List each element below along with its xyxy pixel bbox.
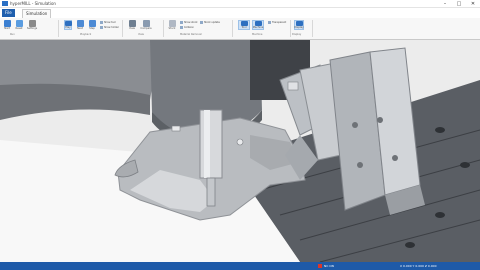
window-title: hyperMILL - Simulation <box>10 1 56 6</box>
transparent-toggle[interactable]: Transparent <box>268 21 286 25</box>
step-icon <box>88 20 96 27</box>
compare-button[interactable]: Compare <box>140 20 152 30</box>
tab-file[interactable]: File <box>2 9 15 17</box>
group-label-playback: Playback <box>80 33 92 36</box>
status-indicator-text: NC ON <box>324 264 334 268</box>
part-hole <box>236 138 244 146</box>
fast-forward-icon <box>76 20 84 27</box>
tool-holder <box>199 109 223 179</box>
play-button[interactable]: Play <box>64 20 72 30</box>
close-button[interactable]: ✕ <box>466 0 480 8</box>
next-button[interactable]: Next <box>76 20 84 30</box>
clamp-screw <box>287 81 299 91</box>
simulation-viewport[interactable] <box>0 40 480 262</box>
view-button[interactable]: View <box>128 20 136 30</box>
show-tool-toggle[interactable]: Show tool <box>100 21 116 25</box>
reset-icon <box>15 20 23 27</box>
tool-button[interactable]: Tool <box>238 20 250 30</box>
ribbon-body: Start Reset Settings Run Play Next Step … <box>0 18 480 40</box>
status-indicator-icon <box>318 264 322 268</box>
show-holder-toggle[interactable]: Show holder <box>100 26 119 30</box>
ribbon-separator <box>58 20 59 37</box>
ribbon-separator <box>290 20 291 37</box>
start-icon <box>3 20 11 27</box>
settings-button[interactable]: Settings <box>27 20 37 30</box>
maximize-button[interactable]: □ <box>452 0 466 8</box>
app-icon <box>2 1 8 6</box>
ribbon-separator <box>122 20 123 37</box>
part-slot <box>171 125 181 132</box>
group-label-run: Run <box>10 33 15 36</box>
status-coordinates: X 0.000 Y 0.000 Z 0.000 <box>400 264 437 268</box>
stock-update-toggle[interactable]: Stock update <box>200 21 220 25</box>
ribbon-separator <box>163 20 164 37</box>
view-icon <box>128 20 136 27</box>
machine-button[interactable]: Machine <box>252 20 264 30</box>
ribbon-separator <box>232 20 233 37</box>
cutting-tool <box>206 177 216 207</box>
step-button[interactable]: Step <box>88 20 96 30</box>
window-controls: – □ ✕ <box>438 0 480 8</box>
group-label-material-removal: Material Removal <box>180 33 202 36</box>
collision-toggle[interactable]: Collision <box>180 26 194 30</box>
minimize-button[interactable]: – <box>438 0 452 8</box>
stock-button[interactable]: Stock <box>168 20 176 30</box>
show-stock-toggle[interactable]: Show stock <box>180 21 198 25</box>
display-button[interactable]: Display <box>294 20 304 30</box>
reset-button[interactable]: Reset <box>15 20 23 30</box>
stock-icon <box>168 20 176 27</box>
compare-icon <box>142 20 150 27</box>
start-button[interactable]: Start <box>3 20 11 30</box>
ribbon-tabs: File Simulation <box>0 8 480 18</box>
group-label-machine: Machine <box>252 33 263 36</box>
tab-simulation[interactable]: Simulation <box>22 9 52 18</box>
status-bar: NC ON X 0.000 Y 0.000 Z 0.000 <box>0 262 480 270</box>
group-label-view: View <box>138 33 144 36</box>
machine-scene <box>0 40 480 262</box>
ribbon-separator <box>312 20 313 37</box>
title-bar: hyperMILL - Simulation – □ ✕ <box>0 0 480 8</box>
settings-icon <box>28 20 36 27</box>
group-label-display: Display <box>292 33 302 36</box>
tool-holder-highlight <box>204 110 210 178</box>
